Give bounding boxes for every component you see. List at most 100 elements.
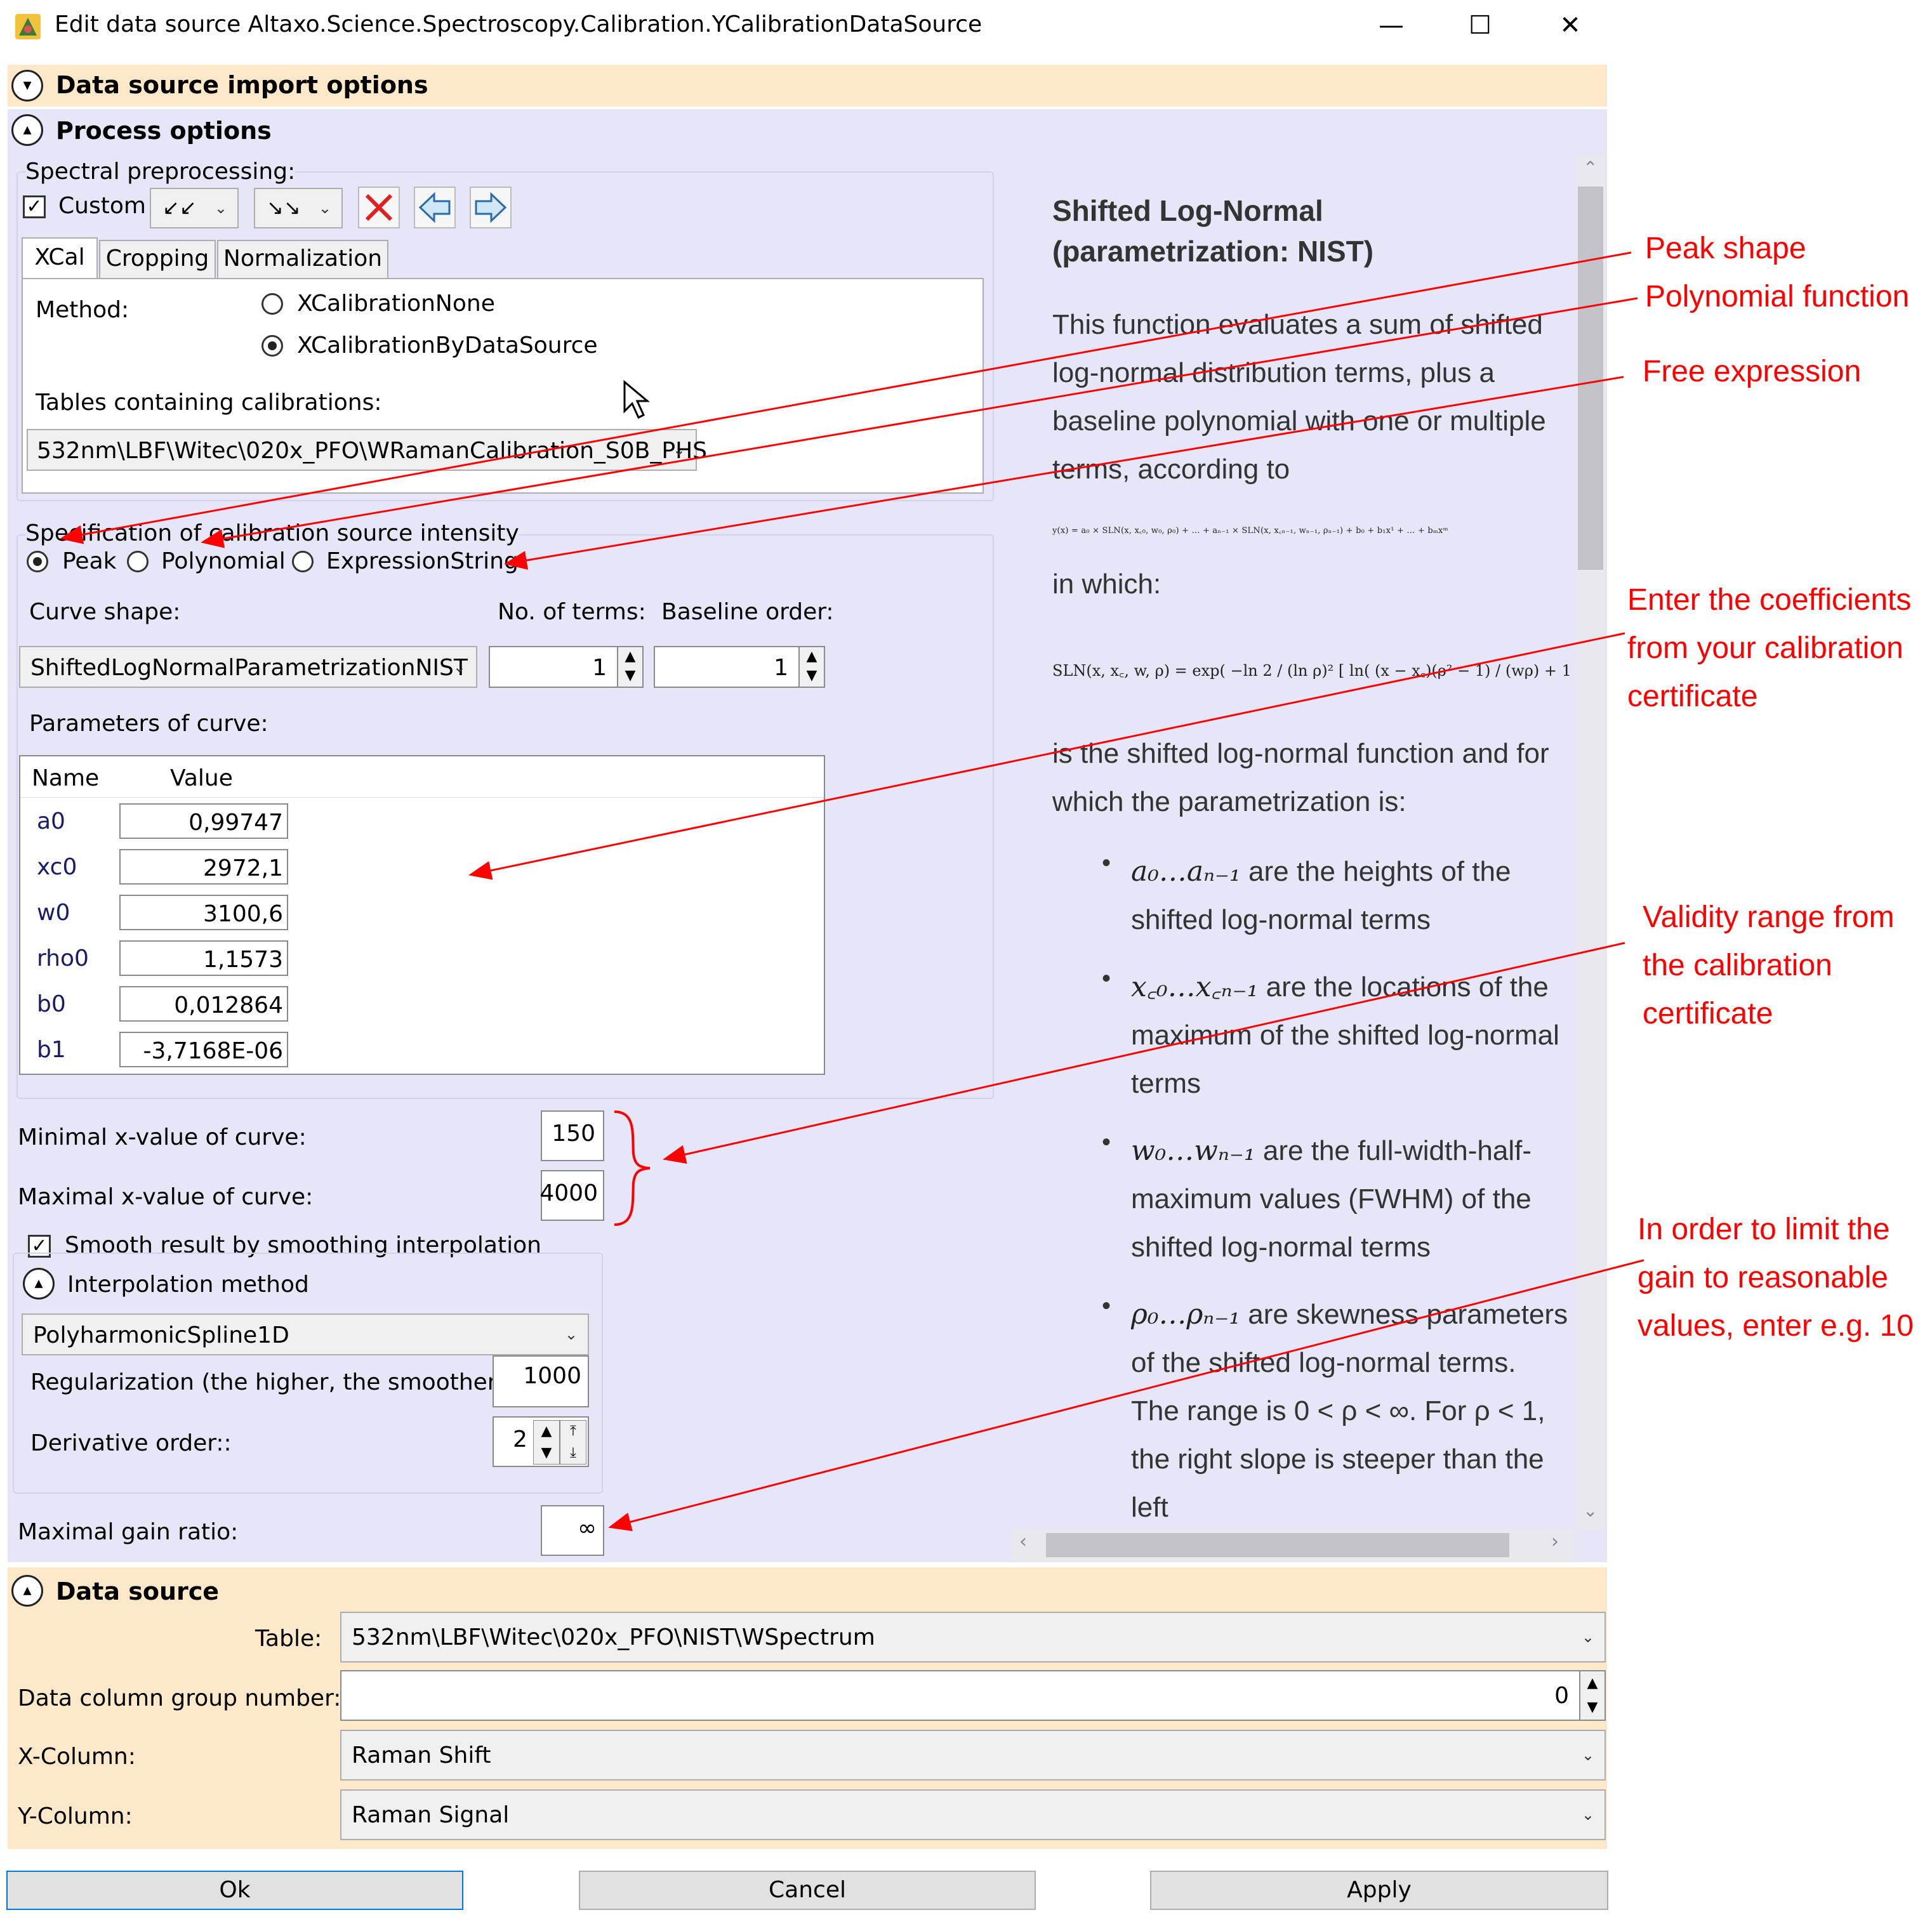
baseline-label: Baseline order: xyxy=(661,599,834,625)
param-value: 1,1573 xyxy=(203,947,283,973)
spin-up-icon[interactable]: ▲ xyxy=(618,647,642,666)
param-value-field[interactable]: 3100,6 xyxy=(119,895,288,930)
minimize-button[interactable]: — xyxy=(1360,5,1423,46)
scroll-right-icon[interactable]: › xyxy=(1551,1531,1559,1553)
peak-radio[interactable] xyxy=(27,551,48,572)
derivative-spinner[interactable]: 2 ▲ ▼ ⤒ ⤓ xyxy=(493,1416,589,1467)
gain-field[interactable]: ∞ xyxy=(541,1505,604,1556)
spin-extreme-buttons[interactable]: ⤒ ⤓ xyxy=(560,1420,586,1465)
min-x-field[interactable]: 150 xyxy=(541,1110,604,1161)
spin-min-icon[interactable]: ⤓ xyxy=(560,1442,586,1464)
ok-button[interactable]: Ok xyxy=(6,1871,463,1910)
close-button[interactable]: ✕ xyxy=(1538,5,1602,46)
apply-button[interactable]: Apply xyxy=(1150,1871,1608,1910)
tab-xcal[interactable]: XCal xyxy=(22,237,98,278)
intensity-label: Specification of calibration source inte… xyxy=(25,520,519,546)
vertical-scrollbar[interactable]: ⌃ ⌄ xyxy=(1575,155,1606,1529)
bullet-math: a₀…aₙ₋₁ xyxy=(1131,855,1241,888)
bullet-icon: • xyxy=(1102,964,1111,992)
spin-buttons[interactable]: ▲ ▼ xyxy=(617,647,642,687)
move-right-button[interactable] xyxy=(470,187,512,228)
terms-spinner[interactable]: 1 ▲ ▼ xyxy=(489,646,644,688)
param-value-field[interactable]: 1,1573 xyxy=(119,940,288,976)
spin-down-icon[interactable]: ▼ xyxy=(800,666,824,685)
spin-buttons[interactable]: ▲ ▼ xyxy=(1579,1671,1604,1720)
tab-normalization[interactable]: Normalization xyxy=(217,240,388,278)
regularization-value: 1000 xyxy=(523,1363,581,1389)
delete-button[interactable] xyxy=(358,187,400,228)
param-value-field[interactable]: 2972,1 xyxy=(119,849,288,885)
range-brace-icon xyxy=(614,1110,651,1226)
collapse-up-icon[interactable]: ▴ xyxy=(11,1575,43,1607)
annotation-gain: values, enter e.g. 10 xyxy=(1638,1309,1914,1343)
param-name: rho0 xyxy=(37,945,89,971)
help-formula-2: SLN(x, x꜀, w, ρ) = exp( −ln 2 / (ln ρ)² … xyxy=(1052,662,1573,680)
table-row: b0 0,012864 xyxy=(20,981,826,1027)
group-number-spinner[interactable]: 0 ▲ ▼ xyxy=(340,1670,1606,1721)
scroll-left-icon[interactable]: ‹ xyxy=(1019,1531,1027,1553)
y-column-combo[interactable]: Raman Signal ⌄ xyxy=(340,1789,1606,1840)
preprocessing-label: Spectral preprocessing: xyxy=(25,159,296,185)
spin-buttons[interactable]: ▲ ▼ xyxy=(533,1420,560,1465)
param-name: xc0 xyxy=(37,854,77,880)
param-value-field[interactable]: -3,7168E-06 xyxy=(119,1032,288,1067)
param-value: -3,7168E-06 xyxy=(143,1038,284,1064)
grid-header-value[interactable]: Value xyxy=(170,765,233,791)
calibration-table-combo[interactable]: 532nm\LBF\Witec\020x_PFO\WRamanCalibrati… xyxy=(27,429,707,471)
derivative-label: Derivative order:: xyxy=(30,1430,232,1456)
param-value: 3100,6 xyxy=(203,901,283,927)
method-none-label: XCalibrationNone xyxy=(297,291,495,317)
horizontal-scrollbar[interactable]: ‹ › xyxy=(1012,1529,1574,1561)
curve-shape-combo[interactable]: ShiftedLogNormalParametrizationNIST ⌄ xyxy=(19,646,477,688)
custom-checkbox[interactable]: ✓ xyxy=(23,195,46,218)
calibration-table-value: 532nm\LBF\Witec\020x_PFO\WRamanCalibrati… xyxy=(37,438,707,464)
move-left-button[interactable] xyxy=(414,187,456,228)
spin-up-icon[interactable]: ▲ xyxy=(1580,1671,1604,1695)
max-x-field[interactable]: 4000 xyxy=(539,1170,604,1221)
collapse-up-icon[interactable]: ▴ xyxy=(11,114,43,146)
spin-max-icon[interactable]: ⤒ xyxy=(560,1421,586,1442)
y-column-label: Y-Column: xyxy=(18,1803,133,1829)
method-datasource-label: XCalibrationByDataSource xyxy=(297,332,598,359)
terms-value: 1 xyxy=(592,655,607,681)
method-datasource-radio[interactable] xyxy=(261,335,283,357)
maximize-button[interactable]: ☐ xyxy=(1448,5,1512,46)
collapse-up-icon[interactable]: ▴ xyxy=(23,1268,55,1300)
polynomial-radio[interactable] xyxy=(127,551,149,572)
app-icon xyxy=(13,11,43,42)
expand-down-icon[interactable]: ▾ xyxy=(11,70,43,102)
scroll-thumb[interactable] xyxy=(1046,1533,1509,1557)
scroll-thumb[interactable] xyxy=(1578,187,1603,570)
import-options-header[interactable]: ▾ Data source import options xyxy=(8,65,1607,107)
expression-radio[interactable] xyxy=(292,551,314,572)
cancel-button[interactable]: Cancel xyxy=(579,1871,1036,1910)
method-none-radio[interactable] xyxy=(261,293,283,315)
spin-down-icon[interactable]: ▼ xyxy=(1580,1695,1604,1720)
param-value-field[interactable]: 0,012864 xyxy=(119,986,288,1022)
regularization-label: Regularization (the higher, the smoother… xyxy=(30,1369,521,1395)
spin-down-icon[interactable]: ▼ xyxy=(618,666,642,685)
table-combo[interactable]: 532nm\LBF\Witec\020x_PFO\NIST\WSpectrum ⌄ xyxy=(340,1612,1606,1662)
window-title: Edit data source Altaxo.Science.Spectros… xyxy=(55,11,983,37)
table-row: w0 3100,6 xyxy=(20,890,826,935)
preset-combo-2[interactable]: ↘↘ ⌄ xyxy=(254,188,343,228)
scroll-up-icon[interactable]: ⌃ xyxy=(1583,157,1598,178)
grid-header-name[interactable]: Name xyxy=(32,765,99,791)
help-bullet: a₀…aₙ₋₁ are the heights of the shifted l… xyxy=(1131,848,1569,944)
table-row: b1 -3,7168E-06 xyxy=(20,1027,826,1072)
baseline-spinner[interactable]: 1 ▲ ▼ xyxy=(654,646,825,688)
param-value-field[interactable]: 0,99747 xyxy=(119,803,288,839)
spin-down-icon[interactable]: ▼ xyxy=(534,1442,559,1464)
regularization-field[interactable]: 1000 xyxy=(493,1355,589,1407)
interp-method-combo[interactable]: PolyharmonicSpline1D ⌄ xyxy=(22,1313,589,1355)
parameters-grid[interactable]: Name Value a0 0,99747 xc0 2972,1 w0 3100… xyxy=(19,755,825,1075)
spin-up-icon[interactable]: ▲ xyxy=(534,1421,559,1442)
annotation-coefficients: certificate xyxy=(1627,680,1758,713)
spin-up-icon[interactable]: ▲ xyxy=(800,647,824,666)
spin-buttons[interactable]: ▲ ▼ xyxy=(798,647,824,687)
scroll-down-icon[interactable]: ⌄ xyxy=(1583,1500,1598,1521)
tab-cropping[interactable]: Cropping xyxy=(99,240,216,278)
preset-combo-1[interactable]: ↙↙ ⌄ xyxy=(150,188,239,228)
x-column-combo[interactable]: Raman Shift ⌄ xyxy=(340,1730,1606,1781)
help-in-which: in which: xyxy=(1052,569,1161,600)
